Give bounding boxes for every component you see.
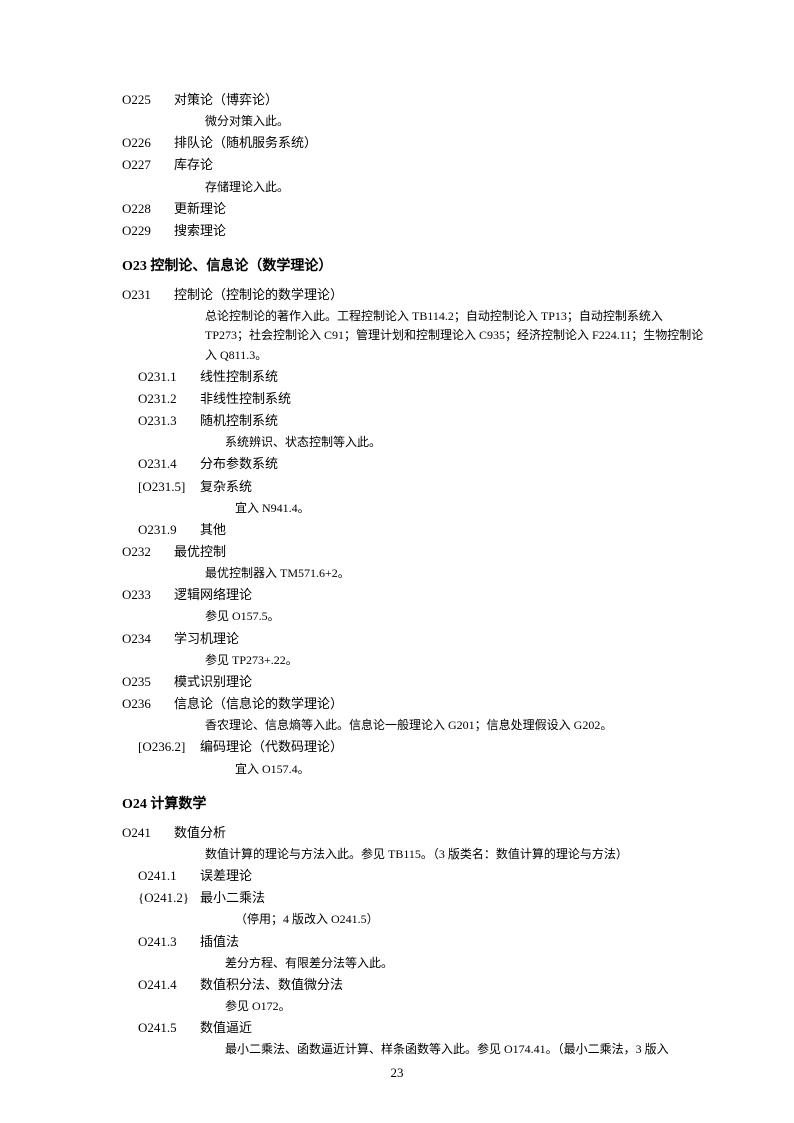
entry-note: 系统辨识、状态控制等入此。 — [225, 433, 704, 452]
entry-code: O232 — [122, 542, 174, 562]
entry-note: 存储理论入此。 — [205, 178, 704, 197]
entry-note: （停用；4 版改入 O241.5） — [235, 910, 704, 929]
entry-note: 微分对策入此。 — [205, 112, 704, 131]
classification-entry: O229搜索理论 — [122, 221, 704, 241]
entry-code: O227 — [122, 155, 174, 175]
entry-code: O233 — [122, 585, 174, 605]
entry-code: O235 — [122, 672, 174, 692]
entry-label: 分布参数系统 — [200, 454, 704, 474]
entry-code: O228 — [122, 199, 174, 219]
section-heading: O23 控制论、信息论（数学理论） — [122, 255, 704, 275]
entry-label: 随机控制系统 — [200, 411, 704, 431]
page-number: 23 — [0, 1065, 794, 1081]
entry-label: 逻辑网络理论 — [174, 585, 704, 605]
entry-label: 控制论（控制论的数学理论） — [174, 285, 704, 305]
classification-entry: O226排队论（随机服务系统） — [122, 133, 704, 153]
classification-entry: O236信息论（信息论的数学理论） — [122, 694, 704, 714]
entry-code: {O241.2} — [138, 888, 200, 908]
entry-code: O241.4 — [138, 975, 200, 995]
classification-entry: O241.4数值积分法、数值微分法 — [138, 975, 704, 995]
entry-code: O231.1 — [138, 367, 200, 387]
classification-entry: O231.1线性控制系统 — [138, 367, 704, 387]
entry-label: 更新理论 — [174, 199, 704, 219]
entry-code: [O231.5] — [138, 477, 200, 497]
entry-note: 总论控制论的著作入此。工程控制论入 TB114.2；自动控制论入 TP13；自动… — [205, 307, 704, 365]
entry-label: 插值法 — [200, 932, 704, 952]
classification-entry: [O236.2]编码理论（代数码理论） — [138, 737, 704, 757]
heading-code: O24 — [122, 797, 147, 812]
entry-label: 编码理论（代数码理论） — [200, 737, 704, 757]
entry-note: 最小二乘法、函数逼近计算、样条函数等入此。参见 O174.41。（最小二乘法，3… — [225, 1040, 704, 1059]
heading-code: O23 — [122, 259, 147, 274]
entry-code: O241.5 — [138, 1018, 200, 1038]
classification-entry: O227库存论 — [122, 155, 704, 175]
entry-label: 模式识别理论 — [174, 672, 704, 692]
entry-label: 排队论（随机服务系统） — [174, 133, 704, 153]
classification-entry: O233逻辑网络理论 — [122, 585, 704, 605]
entry-note: 香农理论、信息熵等入此。信息论一般理论入 G201；信息处理假设入 G202。 — [205, 716, 704, 735]
entry-note: 参见 TP273+.22。 — [205, 651, 704, 670]
entry-code: O231.3 — [138, 411, 200, 431]
classification-entry: O231.9其他 — [138, 520, 704, 540]
entry-code: O241.1 — [138, 866, 200, 886]
classification-entry: O241.3插值法 — [138, 932, 704, 952]
entry-label: 其他 — [200, 520, 704, 540]
entry-label: 线性控制系统 — [200, 367, 704, 387]
entry-note: 参见 O157.5。 — [205, 607, 704, 626]
classification-entry: {O241.2}最小二乘法 — [138, 888, 704, 908]
entry-label: 最小二乘法 — [200, 888, 704, 908]
entry-label: 复杂系统 — [200, 477, 704, 497]
entry-note: 差分方程、有限差分法等入此。 — [225, 954, 704, 973]
entry-note: 参见 O172。 — [225, 997, 704, 1016]
classification-entry: O232最优控制 — [122, 542, 704, 562]
entry-code: O231 — [122, 285, 174, 305]
entry-code: O234 — [122, 629, 174, 649]
entry-note: 最优控制器入 TM571.6+2。 — [205, 564, 704, 583]
entry-label: 库存论 — [174, 155, 704, 175]
entry-code: O226 — [122, 133, 174, 153]
classification-entry: O231.4分布参数系统 — [138, 454, 704, 474]
entry-note: 宜入 O157.4。 — [235, 760, 704, 779]
entry-code: O229 — [122, 221, 174, 241]
entry-label: 误差理论 — [200, 866, 704, 886]
classification-entry: O231.3随机控制系统 — [138, 411, 704, 431]
entry-note: 宜入 N941.4。 — [235, 499, 704, 518]
entry-code: [O236.2] — [138, 737, 200, 757]
classification-entry: O241.1误差理论 — [138, 866, 704, 886]
entry-code: O231.4 — [138, 454, 200, 474]
classification-entry: O234学习机理论 — [122, 629, 704, 649]
classification-entry: O241数值分析 — [122, 823, 704, 843]
document-page: O225对策论（博弈论） 微分对策入此。 O226排队论（随机服务系统）O227库存… — [0, 0, 794, 1123]
classification-entry: [O231.5]复杂系统 — [138, 477, 704, 497]
entry-label: 数值逼近 — [200, 1018, 704, 1038]
classification-entry: O235模式识别理论 — [122, 672, 704, 692]
entry-label: 非线性控制系统 — [200, 389, 704, 409]
entry-label: 学习机理论 — [174, 629, 704, 649]
classification-entry: O231.2非线性控制系统 — [138, 389, 704, 409]
entry-code: O241 — [122, 823, 174, 843]
entry-label: 对策论（博弈论） — [174, 90, 704, 110]
section-heading: O24 计算数学 — [122, 793, 704, 813]
entry-label: 最优控制 — [174, 542, 704, 562]
classification-entry: O241.5数值逼近 — [138, 1018, 704, 1038]
entry-label: 信息论（信息论的数学理论） — [174, 694, 704, 714]
entry-label: 搜索理论 — [174, 221, 704, 241]
classification-entry: O225对策论（博弈论） — [122, 90, 704, 110]
classification-list: O225对策论（博弈论） 微分对策入此。 O226排队论（随机服务系统）O227库存… — [90, 90, 704, 1060]
entry-label: 数值积分法、数值微分法 — [200, 975, 704, 995]
entry-code: O231.2 — [138, 389, 200, 409]
heading-label: 控制论、信息论（数学理论） — [150, 259, 332, 274]
entry-code: O231.9 — [138, 520, 200, 540]
entry-code: O241.3 — [138, 932, 200, 952]
entry-code: O225 — [122, 90, 174, 110]
heading-label: 计算数学 — [150, 797, 206, 812]
entry-code: O236 — [122, 694, 174, 714]
entry-note: 数值计算的理论与方法入此。参见 TB115。（3 版类名：数值计算的理论与方法） — [205, 845, 704, 864]
entry-label: 数值分析 — [174, 823, 704, 843]
classification-entry: O231控制论（控制论的数学理论） — [122, 285, 704, 305]
classification-entry: O228更新理论 — [122, 199, 704, 219]
